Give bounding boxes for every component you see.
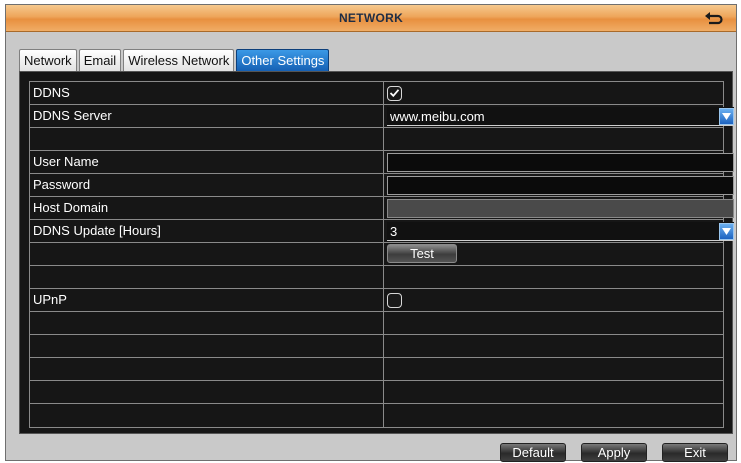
row-empty: [30, 381, 723, 404]
exit-button[interactable]: Exit: [662, 443, 728, 462]
back-arrow-icon[interactable]: [704, 9, 724, 27]
column-divider: [383, 82, 384, 104]
apply-button[interactable]: Apply: [581, 443, 647, 462]
upnp-label: UPnP: [33, 292, 67, 307]
checkmark-icon: [389, 89, 400, 98]
column-divider: [383, 335, 384, 357]
row-ddns-update: DDNS Update [Hours] 3: [30, 220, 734, 243]
row-upnp: UPnP: [30, 289, 723, 312]
window-title: NETWORK: [338, 11, 404, 25]
row-empty: [30, 312, 723, 335]
column-divider: [383, 105, 384, 127]
ddns-checkbox[interactable]: [387, 86, 402, 101]
settings-panel: DDNS DDNS Server www.meibu.com User Name…: [19, 71, 734, 434]
host-domain-input[interactable]: [387, 199, 734, 218]
ddns-label: DDNS: [33, 85, 70, 100]
dropdown-arrow-icon[interactable]: [719, 108, 734, 125]
column-divider: [383, 404, 384, 427]
row-empty: [30, 335, 723, 358]
row-empty: [30, 266, 723, 289]
upnp-checkbox[interactable]: [387, 293, 402, 308]
row-user-name: User Name: [30, 151, 734, 174]
column-divider: [383, 312, 384, 334]
column-divider: [383, 128, 384, 150]
ddns-update-select[interactable]: 3: [387, 222, 734, 241]
test-button[interactable]: Test: [387, 244, 457, 263]
row-empty: [30, 404, 723, 427]
row-test: Test: [30, 243, 723, 266]
ddns-server-value: www.meibu.com: [390, 109, 485, 124]
column-divider: [383, 266, 384, 288]
title-bar: NETWORK: [6, 5, 736, 32]
settings-grid: DDNS DDNS Server www.meibu.com User Name…: [29, 81, 734, 428]
row-host-domain: Host Domain: [30, 197, 734, 220]
ddns-server-label: DDNS Server: [33, 108, 112, 123]
column-divider: [383, 197, 384, 219]
password-input[interactable]: [387, 176, 734, 195]
row-ddns-server: DDNS Server www.meibu.com: [30, 105, 734, 128]
tab-email[interactable]: Email: [78, 49, 122, 71]
ddns-server-select[interactable]: www.meibu.com: [387, 107, 734, 126]
column-divider: [383, 358, 384, 380]
column-divider: [383, 220, 384, 242]
footer-buttons: Default Apply Exit: [500, 443, 728, 462]
password-label: Password: [33, 177, 91, 192]
row-password: Password: [30, 174, 734, 197]
ddns-update-value: 3: [390, 224, 398, 239]
host-domain-label: Host Domain: [33, 200, 109, 215]
column-divider: [383, 243, 384, 265]
tab-wireless-network[interactable]: Wireless Network: [123, 49, 235, 71]
tab-other-settings[interactable]: Other Settings: [236, 49, 330, 71]
user-name-input[interactable]: [387, 153, 734, 172]
network-window: NETWORK Network Email Wireless Network O…: [5, 4, 737, 462]
default-button[interactable]: Default: [500, 443, 566, 462]
column-divider: [383, 151, 384, 173]
row-ddns: DDNS: [30, 82, 723, 105]
dropdown-arrow-icon[interactable]: [719, 223, 734, 240]
ddns-update-label: DDNS Update [Hours]: [33, 223, 161, 238]
user-name-label: User Name: [33, 154, 99, 169]
row-empty: [30, 358, 723, 381]
tab-network[interactable]: Network: [19, 49, 77, 71]
column-divider: [383, 289, 384, 311]
row-empty: [30, 128, 723, 151]
column-divider: [383, 174, 384, 196]
column-divider: [383, 381, 384, 403]
tab-bar: Network Email Wireless Network Other Set…: [19, 49, 330, 71]
